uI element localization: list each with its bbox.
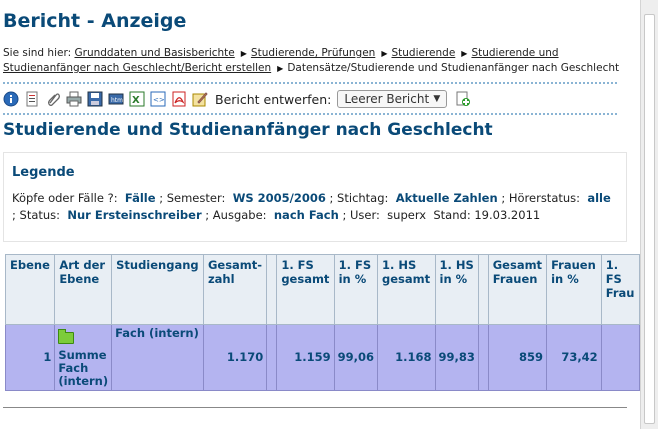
cell-fs-frauen <box>600 324 640 391</box>
breadcrumb: Sie sind hier: Grunddaten und Basisberic… <box>3 46 633 76</box>
design-report-select[interactable]: Leerer Bericht ▼ <box>337 90 448 108</box>
col-header-fs-pct[interactable]: 1. FS in % <box>333 254 379 325</box>
cell-fs-gesamt: 1.159 <box>276 324 335 391</box>
legend-key: ; Status: <box>12 208 61 222</box>
cell-studiengang: Fach (intern) <box>111 324 204 391</box>
legend-key: Köpfe oder Fälle ?: <box>12 191 118 205</box>
report-title: Studierende und Studienanfänger nach Ges… <box>3 120 493 140</box>
legend-key: ; Ausgabe: <box>205 208 267 222</box>
cell-gap <box>266 324 278 391</box>
col-header-gap <box>266 254 278 325</box>
breadcrumb-current: Datensätze/Studierende und Studienanfäng… <box>287 62 620 74</box>
info-icon[interactable] <box>3 91 19 107</box>
drilldown-link[interactable]: Summe Fach (intern) <box>58 348 108 388</box>
col-header-ebene[interactable]: Ebene <box>4 254 56 325</box>
legend-value: nach Fach <box>273 208 339 222</box>
cell-hs-gesamt: 1.168 <box>377 324 436 391</box>
cell-fs-pct: 99,06 <box>333 324 379 391</box>
col-header-frauen-gesamt[interactable]: Gesamt Frauen <box>487 254 548 325</box>
legend-line-2: ; Status: Nur Ersteinschreiber ; Ausgabe… <box>12 207 622 223</box>
col-header-frauen-pct[interactable]: Frauen in % <box>546 254 602 325</box>
legend-key: ; User: <box>342 208 380 222</box>
folder-icon[interactable] <box>58 329 75 344</box>
divider <box>3 82 617 84</box>
legend-value: alle <box>587 191 611 205</box>
legend-heading: Legende <box>12 165 75 180</box>
breadcrumb-arrow-icon: ▶ <box>381 49 388 58</box>
svg-text:<>: <> <box>153 96 165 104</box>
legend-key: ; Hörerstatus: <box>501 191 581 205</box>
legend-key: ; Semester: <box>159 191 226 205</box>
legend-value: superx <box>387 208 427 222</box>
breadcrumb-arrow-icon: ▶ <box>461 49 468 58</box>
legend-value: 19.03.2011 <box>474 208 541 222</box>
cell-ebene: 1 <box>4 324 56 391</box>
save-icon[interactable] <box>87 91 103 107</box>
toolbar: htm X <> Bericht entwerfen: Leerer Beric… <box>3 89 476 109</box>
design-report-label: Bericht entwerfen: <box>215 91 332 107</box>
divider <box>3 407 627 408</box>
breadcrumb-prefix: Sie sind hier: <box>3 47 72 59</box>
legend-value: Nur Ersteinschreiber <box>67 208 202 222</box>
col-header-gesamtzahl[interactable]: Gesamt-zahl <box>202 254 268 325</box>
col-header-hs-pct[interactable]: 1. HS in % <box>434 254 479 325</box>
legend-value: WS 2005/2006 <box>232 191 326 205</box>
svg-text:htm: htm <box>111 97 123 104</box>
attachment-icon[interactable] <box>45 91 61 107</box>
breadcrumb-arrow-icon: ▶ <box>277 64 284 73</box>
cell-art: Summe Fach (intern) <box>54 324 113 391</box>
scrollbar-thumb[interactable] <box>644 14 655 424</box>
cell-frauen-gesamt: 859 <box>487 324 548 391</box>
page-title: Bericht - Anzeige <box>3 10 187 32</box>
breadcrumb-link-grunddaten[interactable]: Grunddaten und Basisberichte <box>74 47 234 59</box>
legend-key: Stand: <box>433 208 471 222</box>
table-icon[interactable]: htm <box>108 91 124 107</box>
breadcrumb-arrow-icon: ▶ <box>240 49 247 58</box>
legend-value: Fälle <box>124 191 156 205</box>
col-header-fs-gesamt[interactable]: 1. FS gesamt <box>276 254 335 325</box>
cell-hs-pct: 99,83 <box>434 324 479 391</box>
legend-line-1: Köpfe oder Fälle ?: Fälle ; Semester: WS… <box>12 190 622 206</box>
divider <box>3 113 617 115</box>
print-icon[interactable] <box>66 91 82 107</box>
table-row: 1 Summe Fach (intern) Fach (intern) 1.17… <box>4 324 640 391</box>
excel-icon[interactable]: X <box>129 91 145 107</box>
report-icon[interactable] <box>24 91 40 107</box>
vertical-scrollbar[interactable] <box>640 0 658 429</box>
col-header-studiengang[interactable]: Studiengang <box>111 254 204 325</box>
legend-key: ; Stichtag: <box>329 191 389 205</box>
xml-icon[interactable]: <> <box>150 91 166 107</box>
cell-gesamtzahl: 1.170 <box>202 324 268 391</box>
report-page: Bericht - Anzeige Sie sind hier: Grundda… <box>0 0 640 429</box>
breadcrumb-link-studierende-pruefungen[interactable]: Studierende, Prüfungen <box>251 47 375 59</box>
pdf-icon[interactable] <box>171 91 187 107</box>
new-report-icon[interactable] <box>455 91 471 107</box>
cell-frauen-pct: 73,42 <box>546 324 602 391</box>
col-header-gap <box>477 254 489 325</box>
edit-icon[interactable] <box>192 91 208 107</box>
report-table: Ebene Art der Ebene Studiengang Gesamt-z… <box>4 254 640 391</box>
legend-box: Legende Köpfe oder Fälle ?: Fälle ; Seme… <box>3 152 627 242</box>
svg-text:X: X <box>132 95 140 106</box>
col-header-fs-frauen[interactable]: 1. FS Frau <box>600 254 640 325</box>
legend-value: Aktuelle Zahlen <box>395 191 498 205</box>
design-report-select-value: Leerer Bericht <box>344 92 430 106</box>
col-header-hs-gesamt[interactable]: 1. HS gesamt <box>377 254 436 325</box>
table-header-row: Ebene Art der Ebene Studiengang Gesamt-z… <box>4 254 640 325</box>
col-header-art[interactable]: Art der Ebene <box>54 254 113 325</box>
cell-gap <box>477 324 489 391</box>
chevron-down-icon: ▼ <box>433 94 441 104</box>
breadcrumb-link-studierende[interactable]: Studierende <box>391 47 455 59</box>
